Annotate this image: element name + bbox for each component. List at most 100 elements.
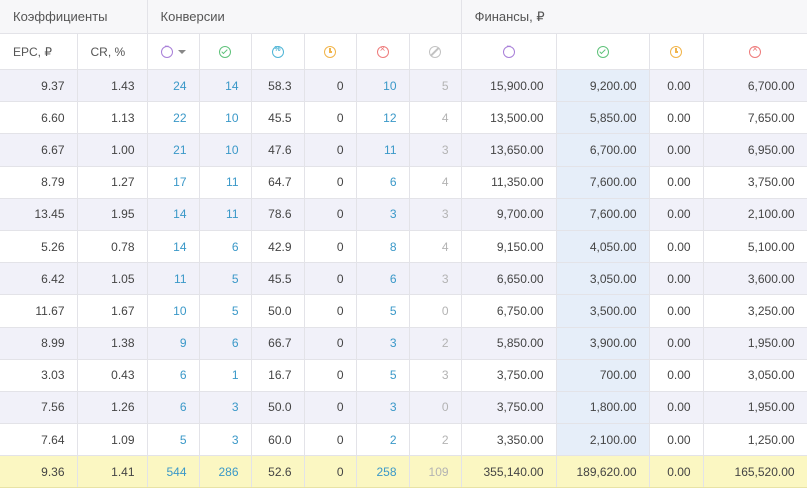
conv-all-cell[interactable]: 544 — [147, 455, 200, 489]
conv-approved-cell[interactable]: 286 — [199, 455, 252, 489]
conv-trash-cell: 3 — [409, 359, 462, 392]
conv-approved-cell[interactable]: 11 — [199, 198, 252, 231]
conv-approved-cell[interactable]: 3 — [199, 423, 252, 457]
cr-cell: 1.09 — [77, 423, 148, 457]
fin-rejected-cell: 1,250.00 — [703, 423, 807, 457]
table-row: 8.99 1.38 9 6 66.7 0 3 2 5,850.00 3,900.00 0.00 1,9… — [0, 327, 807, 360]
conv-percent-cell: 64.7 — [251, 166, 305, 199]
hold-clock-icon — [324, 46, 337, 59]
conv-all-cell[interactable]: 21 — [147, 133, 200, 167]
conv-trash-cell: 4 — [409, 230, 462, 264]
col-conv-hold[interactable] — [304, 33, 357, 70]
conv-trash-cell: 2 — [409, 423, 462, 457]
conv-rejected-cell[interactable]: 6 — [356, 262, 410, 296]
conv-all-cell[interactable]: 14 — [147, 230, 200, 264]
fin-hold-cell: 0.00 — [649, 166, 704, 199]
conv-all-cell[interactable]: 10 — [147, 294, 200, 328]
col-conv-trash[interactable] — [409, 33, 462, 70]
conv-rejected-cell[interactable]: 3 — [356, 198, 410, 231]
statistics-table: Коэффициенты Конверсии Финансы, ₽ EPC, ₽… — [0, 0, 807, 489]
col-conv-all[interactable] — [147, 33, 200, 70]
conv-rejected-cell[interactable]: 8 — [356, 230, 410, 264]
col-conv-percent[interactable] — [251, 33, 305, 70]
conv-rejected-cell[interactable]: 10 — [356, 69, 410, 103]
conv-approved-cell[interactable]: 3 — [199, 391, 252, 425]
fin-hold-cell: 0.00 — [649, 359, 704, 392]
conv-hold-cell: 0 — [304, 423, 357, 457]
rejected-icon — [749, 44, 762, 59]
fin-rejected-cell: 6,700.00 — [703, 69, 807, 103]
conv-approved-cell[interactable]: 10 — [199, 101, 252, 135]
conv-approved-cell[interactable]: 6 — [199, 327, 252, 360]
col-fin-all[interactable] — [461, 33, 557, 70]
fin-rejected-cell: 3,600.00 — [703, 262, 807, 296]
conv-all-cell[interactable]: 11 — [147, 262, 200, 296]
epc-cell: 7.56 — [0, 391, 78, 425]
conv-rejected-cell[interactable]: 11 — [356, 133, 410, 167]
conv-all-cell[interactable]: 24 — [147, 69, 200, 103]
cr-cell: 1.95 — [77, 198, 148, 231]
table-row: 5.26 0.78 14 6 42.9 0 8 4 9,150.00 4,050.00 0.00 5,… — [0, 230, 807, 264]
table-row: 3.03 0.43 6 1 16.7 0 5 3 3,750.00 700.00 0.00 3,050… — [0, 359, 807, 392]
fin-rejected-cell: 7,650.00 — [703, 101, 807, 135]
col-fin-rejected[interactable] — [703, 33, 807, 70]
fin-approved-cell: 7,600.00 — [556, 166, 650, 199]
cr-cell: 1.41 — [77, 455, 148, 489]
fin-hold-cell: 0.00 — [649, 294, 704, 328]
table-row: 7.56 1.26 6 3 50.0 0 3 0 3,750.00 1,800.00 0.00 1,9… — [0, 391, 807, 425]
conv-approved-cell[interactable]: 6 — [199, 230, 252, 264]
fin-hold-cell: 0.00 — [649, 69, 704, 103]
fin-all-cell: 9,150.00 — [461, 230, 557, 264]
col-cr[interactable]: CR, % — [77, 33, 148, 70]
col-epc[interactable]: EPC, ₽ — [0, 33, 78, 70]
fin-hold-cell: 0.00 — [649, 423, 704, 457]
col-fin-approved[interactable] — [556, 33, 650, 70]
conv-all-cell[interactable]: 9 — [147, 327, 200, 360]
conv-rejected-cell[interactable]: 6 — [356, 166, 410, 199]
conv-all-cell[interactable]: 6 — [147, 359, 200, 392]
fin-approved-cell: 700.00 — [556, 359, 650, 392]
fin-hold-cell: 0.00 — [649, 391, 704, 425]
conv-approved-cell[interactable]: 14 — [199, 69, 252, 103]
conv-all-cell[interactable]: 6 — [147, 391, 200, 425]
fin-approved-cell: 5,850.00 — [556, 101, 650, 135]
fin-hold-cell: 0.00 — [649, 262, 704, 296]
conv-trash-cell: 0 — [409, 391, 462, 425]
conv-rejected-cell[interactable]: 3 — [356, 391, 410, 425]
table-row: 6.67 1.00 21 10 47.6 0 11 3 13,650.00 6,700.00 0.0… — [0, 133, 807, 167]
conv-all-cell[interactable]: 14 — [147, 198, 200, 231]
fin-approved-cell: 4,050.00 — [556, 230, 650, 264]
conv-all-cell[interactable]: 17 — [147, 166, 200, 199]
col-fin-hold[interactable] — [649, 33, 704, 70]
conv-approved-cell[interactable]: 5 — [199, 294, 252, 328]
conv-rejected-cell[interactable]: 12 — [356, 101, 410, 135]
conv-rejected-cell[interactable]: 5 — [356, 294, 410, 328]
fin-hold-cell: 0.00 — [649, 101, 704, 135]
conv-trash-cell: 3 — [409, 198, 462, 231]
conv-rejected-cell[interactable]: 2 — [356, 423, 410, 457]
conv-rejected-cell[interactable]: 3 — [356, 327, 410, 360]
fin-all-cell: 13,500.00 — [461, 101, 557, 135]
conv-all-cell[interactable]: 5 — [147, 423, 200, 457]
conv-rejected-cell[interactable]: 5 — [356, 359, 410, 392]
all-conversions-icon — [502, 44, 515, 59]
table-row: 11.67 1.67 10 5 50.0 0 5 0 6,750.00 3,500.00 0.00 3… — [0, 294, 807, 328]
hold-clock-icon — [670, 46, 683, 59]
fin-all-cell: 3,350.00 — [461, 423, 557, 457]
conv-approved-cell[interactable]: 10 — [199, 133, 252, 167]
conv-trash-cell: 3 — [409, 133, 462, 167]
col-conv-approved[interactable] — [199, 33, 252, 70]
conv-all-cell[interactable]: 22 — [147, 101, 200, 135]
col-conv-rejected[interactable] — [356, 33, 410, 70]
conv-rejected-cell[interactable]: 258 — [356, 455, 410, 489]
conv-trash-cell: 3 — [409, 262, 462, 296]
epc-cell: 9.37 — [0, 69, 78, 103]
fin-rejected-cell: 3,050.00 — [703, 359, 807, 392]
conv-approved-cell[interactable]: 5 — [199, 262, 252, 296]
conv-percent-cell: 45.5 — [251, 262, 305, 296]
fin-rejected-cell: 1,950.00 — [703, 327, 807, 360]
conv-approved-cell[interactable]: 11 — [199, 166, 252, 199]
table-row: 6.42 1.05 11 5 45.5 0 6 3 6,650.00 3,050.00 0.00 3,… — [0, 262, 807, 296]
cr-cell: 0.78 — [77, 230, 148, 264]
conv-approved-cell[interactable]: 1 — [199, 359, 252, 392]
